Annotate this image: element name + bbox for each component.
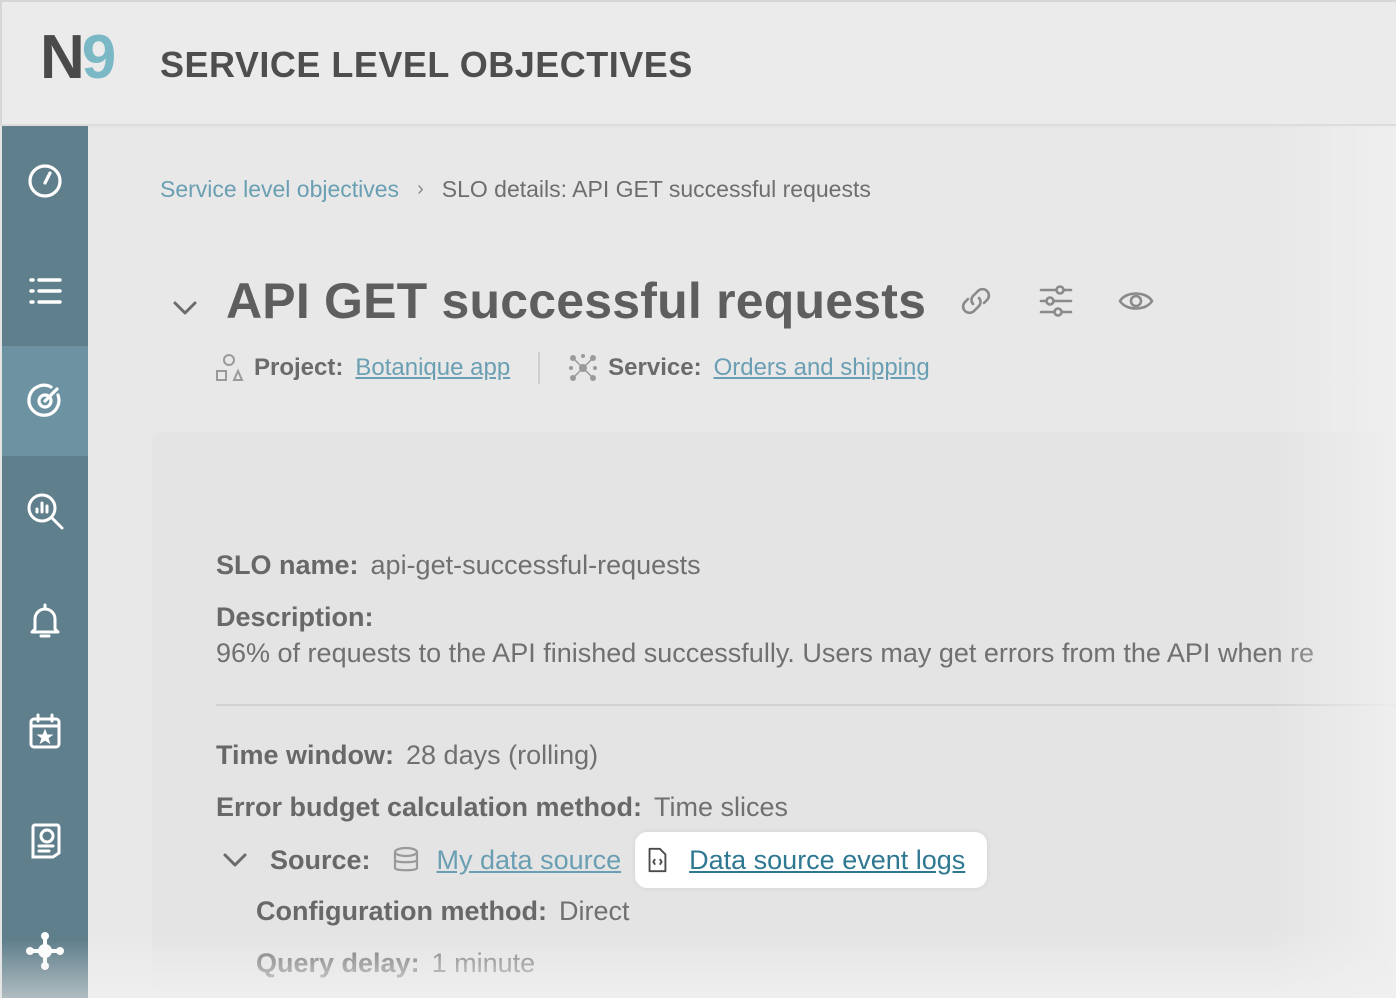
breadcrumb-current: SLO details: API GET successful requests (441, 176, 871, 202)
nobl9-logo[interactable]: N9 (40, 27, 116, 89)
sidebar-nav (2, 126, 88, 998)
project-label: Project: (254, 354, 344, 381)
project-icon (216, 354, 244, 381)
error-budget-label: Error budget calculation method: (216, 792, 643, 822)
source-row: Source: My data source Data source event… (220, 832, 988, 888)
sidebar-item-services[interactable] (2, 236, 88, 346)
sidebar-item-analytics[interactable] (2, 456, 88, 566)
source-label: Source: (270, 844, 371, 875)
settings-sliders-icon[interactable] (1036, 281, 1076, 321)
slo-title-row: API GET successful requests (168, 272, 1156, 330)
time-window-label: Time window: (216, 740, 395, 770)
main-content: Service level objectives › SLO details: … (88, 128, 1396, 998)
slo-name-value: api-get-successful-requests (370, 550, 701, 580)
link-icon[interactable] (956, 281, 996, 321)
query-delay-label: Query delay: (256, 948, 420, 978)
query-delay-field: Query delay: 1 minute (256, 948, 535, 979)
analytics-search-icon (27, 493, 64, 530)
breadcrumb: Service level objectives › SLO details: … (160, 176, 871, 203)
sidebar-item-alerts[interactable] (2, 566, 88, 676)
speedometer-icon (28, 164, 62, 198)
slo-name-field: SLO name: api-get-successful-requests (216, 550, 701, 581)
slo-name-label: SLO name: (216, 550, 359, 580)
page-header-title: SERVICE LEVEL OBJECTIVES (160, 44, 693, 85)
service-link[interactable]: Orders and shipping (714, 354, 930, 382)
breadcrumb-parent-link[interactable]: Service level objectives (160, 176, 399, 203)
error-budget-field: Error budget calculation method: Time sli… (216, 792, 788, 823)
calendar-star-icon (29, 713, 61, 749)
description-field: Description: (216, 602, 386, 633)
time-window-value: 28 days (rolling) (406, 740, 599, 770)
time-window-field: Time window: 28 days (rolling) (216, 740, 598, 771)
logo-letter: N (40, 23, 85, 92)
sidebar-item-calendar[interactable] (2, 676, 88, 786)
description-value: 96% of requests to the API finished succ… (216, 638, 1314, 668)
query-delay-value: 1 minute (431, 948, 536, 978)
chevron-down-icon[interactable] (168, 291, 202, 325)
config-method-value: Direct (558, 896, 630, 926)
event-logs-highlight[interactable]: Data source event logs (635, 832, 988, 888)
sidebar-fade-overlay (2, 940, 88, 998)
target-icon (27, 383, 61, 417)
list-icon (29, 278, 62, 304)
app-header: N9 SERVICE LEVEL OBJECTIVES (0, 0, 1396, 126)
service-label: Service: (608, 354, 702, 381)
logo-number: 9 (81, 23, 117, 92)
code-file-icon (648, 847, 667, 873)
slo-meta-row: Project: Botanique app Service: Orders a… (214, 352, 930, 384)
bell-icon (30, 603, 60, 638)
sidebar-item-reports[interactable] (2, 786, 88, 896)
service-icon (569, 354, 598, 381)
meta-divider (538, 352, 541, 384)
description-label: Description: (216, 602, 374, 632)
project-link[interactable]: Botanique app (355, 354, 510, 382)
report-icon (31, 823, 61, 859)
title-actions (956, 281, 1156, 321)
sidebar-item-slos[interactable] (2, 346, 88, 456)
details-divider (216, 704, 1396, 706)
data-source-event-logs-link[interactable]: Data source event logs (689, 845, 965, 876)
database-icon (393, 846, 418, 872)
slo-title: API GET successful requests (226, 273, 927, 329)
breadcrumb-separator: › (417, 178, 424, 200)
sidebar-item-dashboard[interactable] (2, 126, 88, 236)
eye-icon[interactable] (1116, 281, 1156, 321)
data-source-link[interactable]: My data source (437, 845, 622, 876)
config-method-field: Configuration method: Direct (256, 896, 629, 927)
error-budget-value: Time slices (654, 792, 789, 822)
chevron-down-icon[interactable] (220, 845, 250, 875)
config-method-label: Configuration method: (256, 896, 547, 926)
